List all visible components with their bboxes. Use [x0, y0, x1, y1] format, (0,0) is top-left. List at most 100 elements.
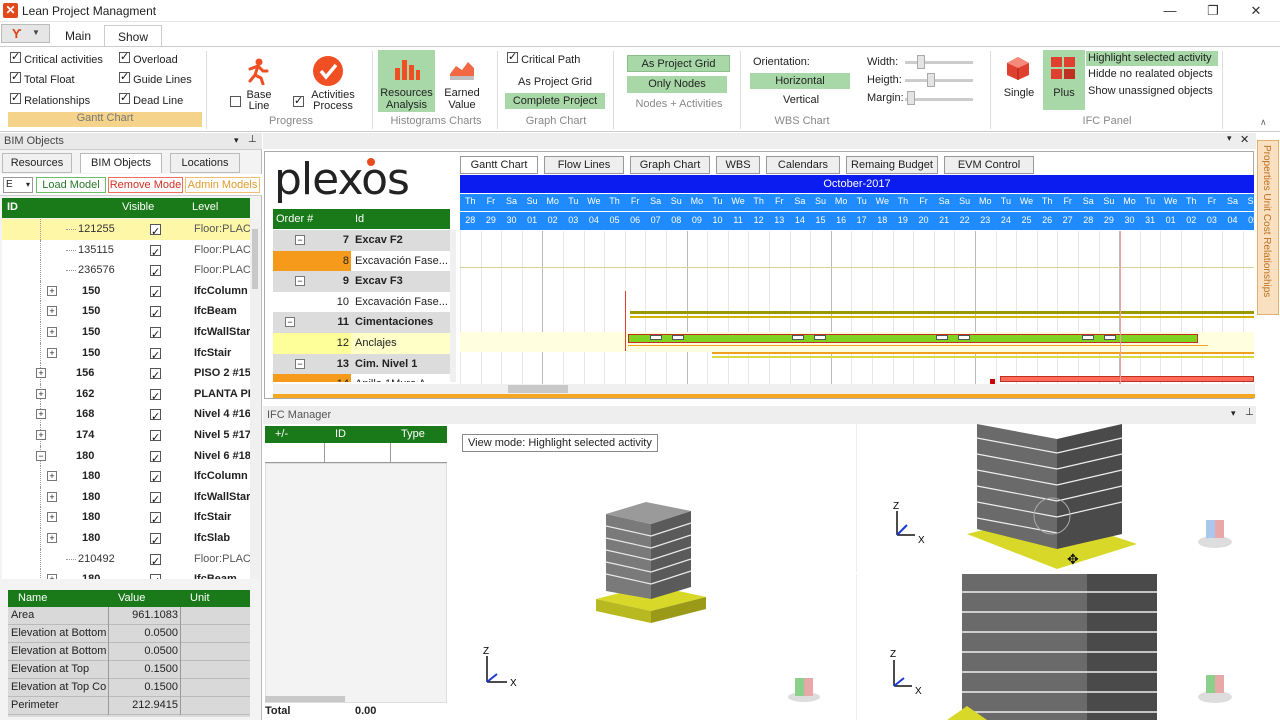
- collapse-toggle-icon[interactable]: −: [295, 358, 305, 369]
- collapse-ribbon-icon[interactable]: ∧: [1260, 117, 1267, 128]
- summary-bar[interactable]: [630, 311, 1254, 314]
- tab-remaing-budget[interactable]: Remaing Budget: [846, 156, 938, 174]
- column-expand[interactable]: +/-: [275, 428, 288, 440]
- load-model-button[interactable]: Load Model: [36, 177, 106, 193]
- building-model-main[interactable]: [591, 499, 721, 639]
- table-row[interactable]: +150 IfcBeam: [2, 301, 250, 324]
- checkbox[interactable]: [507, 50, 518, 63]
- single-view-button[interactable]: Single: [997, 50, 1041, 110]
- expand-toggle-icon[interactable]: +: [47, 306, 57, 317]
- height-slider-thumb[interactable]: [927, 73, 935, 87]
- expand-toggle-icon[interactable]: +: [47, 512, 57, 523]
- collapse-toggle-icon[interactable]: −: [295, 235, 305, 245]
- column-type[interactable]: Type: [401, 428, 425, 440]
- plus-view-button[interactable]: Plus: [1043, 50, 1085, 110]
- visible-checkbox[interactable]: [150, 243, 161, 263]
- width-slider[interactable]: [905, 61, 973, 64]
- minimize-icon[interactable]: —: [1155, 2, 1185, 20]
- pin-icon[interactable]: ⊥: [248, 134, 257, 145]
- base-line-toggle[interactable]: [230, 96, 241, 110]
- expand-toggle-icon[interactable]: +: [36, 368, 46, 379]
- table-row[interactable]: +174 Nivel 5 #17: [2, 425, 250, 448]
- visible-checkbox[interactable]: [150, 222, 161, 242]
- visible-checkbox[interactable]: [150, 490, 161, 510]
- margin-slider-thumb[interactable]: [907, 91, 915, 105]
- checkbox[interactable]: [119, 50, 130, 63]
- collapse-toggle-icon[interactable]: −: [285, 317, 295, 328]
- expand-toggle-icon[interactable]: +: [36, 388, 46, 399]
- view-cube-icon[interactable]: [1197, 669, 1233, 705]
- critical-activities-toggle[interactable]: Critical activities: [10, 50, 103, 66]
- column-order[interactable]: Order #: [276, 213, 313, 225]
- guide-lines-toggle[interactable]: Guide Lines: [119, 70, 192, 86]
- table-row[interactable]: +180 IfcColumn: [2, 466, 250, 489]
- viewport-top-right[interactable]: ZX: [856, 424, 1256, 572]
- task-row[interactable]: 14 Anillo 1Muro A...: [273, 374, 450, 382]
- tree-scrollbar[interactable]: [250, 219, 260, 579]
- dead-line-toggle[interactable]: Dead Line: [119, 91, 183, 107]
- vertical-button[interactable]: Vertical: [783, 94, 819, 106]
- side-properties-tab[interactable]: Properties Unit Cost Relationships: [1257, 140, 1279, 315]
- visible-checkbox[interactable]: [150, 469, 161, 489]
- activities-progress-toggle[interactable]: [293, 94, 304, 110]
- height-slider[interactable]: [905, 79, 973, 82]
- checkbox[interactable]: [119, 70, 130, 83]
- column-id[interactable]: Id: [355, 213, 364, 225]
- expand-toggle-icon[interactable]: +: [36, 430, 46, 440]
- column-id[interactable]: ID: [335, 428, 346, 440]
- admin-models-button[interactable]: Admin Models: [185, 177, 260, 193]
- timeline-body[interactable]: [460, 231, 1254, 397]
- hide-unrelated-option[interactable]: Hidde no realated objects: [1088, 68, 1213, 80]
- task-row[interactable]: 13 − Cim. Nivel 1: [273, 353, 450, 375]
- expand-toggle-icon[interactable]: +: [47, 285, 57, 296]
- resources-analysis-button[interactable]: Resources Analysis: [378, 50, 435, 112]
- visible-checkbox[interactable]: [150, 407, 161, 427]
- expand-toggle-icon[interactable]: −: [36, 450, 46, 461]
- building-model-top[interactable]: [957, 424, 1157, 572]
- column-level[interactable]: Level: [192, 201, 218, 213]
- table-row[interactable]: +180 IfcSlab: [2, 528, 250, 551]
- show-unassigned-option[interactable]: Show unassigned objects: [1088, 85, 1213, 97]
- scrollbar-thumb[interactable]: [252, 229, 258, 289]
- pin-icon[interactable]: ⊥: [1245, 407, 1254, 418]
- gantt-h-scrollbar[interactable]: [273, 384, 1255, 394]
- visible-checkbox[interactable]: [150, 346, 161, 366]
- viewport-bottom-right[interactable]: ZX: [856, 574, 1256, 720]
- collapse-toggle-icon[interactable]: −: [295, 276, 305, 287]
- remove-model-button[interactable]: Remove Mode: [108, 177, 183, 193]
- tab-bim-objects[interactable]: BIM Objects: [80, 153, 162, 173]
- table-row[interactable]: 236576 Floor:PLAC: [2, 260, 250, 283]
- expand-toggle-icon[interactable]: +: [36, 409, 46, 420]
- scrollbar-thumb[interactable]: [265, 696, 345, 702]
- visible-checkbox[interactable]: [150, 387, 161, 407]
- highlight-selected-option[interactable]: Highlight selected activity: [1086, 51, 1218, 66]
- visible-checkbox[interactable]: [150, 325, 161, 345]
- table-row[interactable]: − 180 Nivel 6 #18: [2, 445, 250, 469]
- nodes-as-project-grid-button[interactable]: As Project Grid: [627, 55, 730, 72]
- earned-value-button[interactable]: Earned Value: [440, 50, 484, 112]
- table-row[interactable]: +150 IfcColumn: [2, 280, 250, 304]
- checkbox[interactable]: [10, 50, 21, 63]
- checkbox[interactable]: [10, 91, 21, 104]
- task-row[interactable]: 10 Excavación Fase...: [273, 291, 450, 313]
- visible-checkbox[interactable]: [150, 304, 161, 324]
- view-cube-icon[interactable]: [787, 670, 821, 704]
- task-row[interactable]: 7− Excav F2: [273, 230, 450, 251]
- expand-toggle-icon[interactable]: +: [47, 327, 57, 337]
- expand-toggle-icon[interactable]: +: [47, 533, 57, 543]
- visible-checkbox[interactable]: [150, 428, 161, 448]
- table-row[interactable]: +180 IfcBeam: [2, 569, 250, 579]
- model-select[interactable]: E ▾: [3, 177, 33, 193]
- checkbox[interactable]: [293, 94, 304, 107]
- checkbox[interactable]: [119, 91, 130, 104]
- dropdown-icon[interactable]: ▾: [1227, 133, 1232, 144]
- viewport-area[interactable]: View mode: Highlight selected activity Z…: [451, 424, 1256, 720]
- table-row[interactable]: 210492 Floor:PLAC: [2, 548, 250, 572]
- expand-toggle-icon[interactable]: +: [47, 491, 57, 502]
- dropdown-icon[interactable]: ▾: [1231, 408, 1236, 419]
- checkbox[interactable]: [230, 96, 241, 107]
- visible-checkbox[interactable]: [150, 531, 161, 551]
- overload-toggle[interactable]: Overload: [119, 50, 178, 66]
- tab-graph-chart[interactable]: Graph Chart: [630, 156, 710, 174]
- view-cube-icon[interactable]: [1197, 514, 1233, 550]
